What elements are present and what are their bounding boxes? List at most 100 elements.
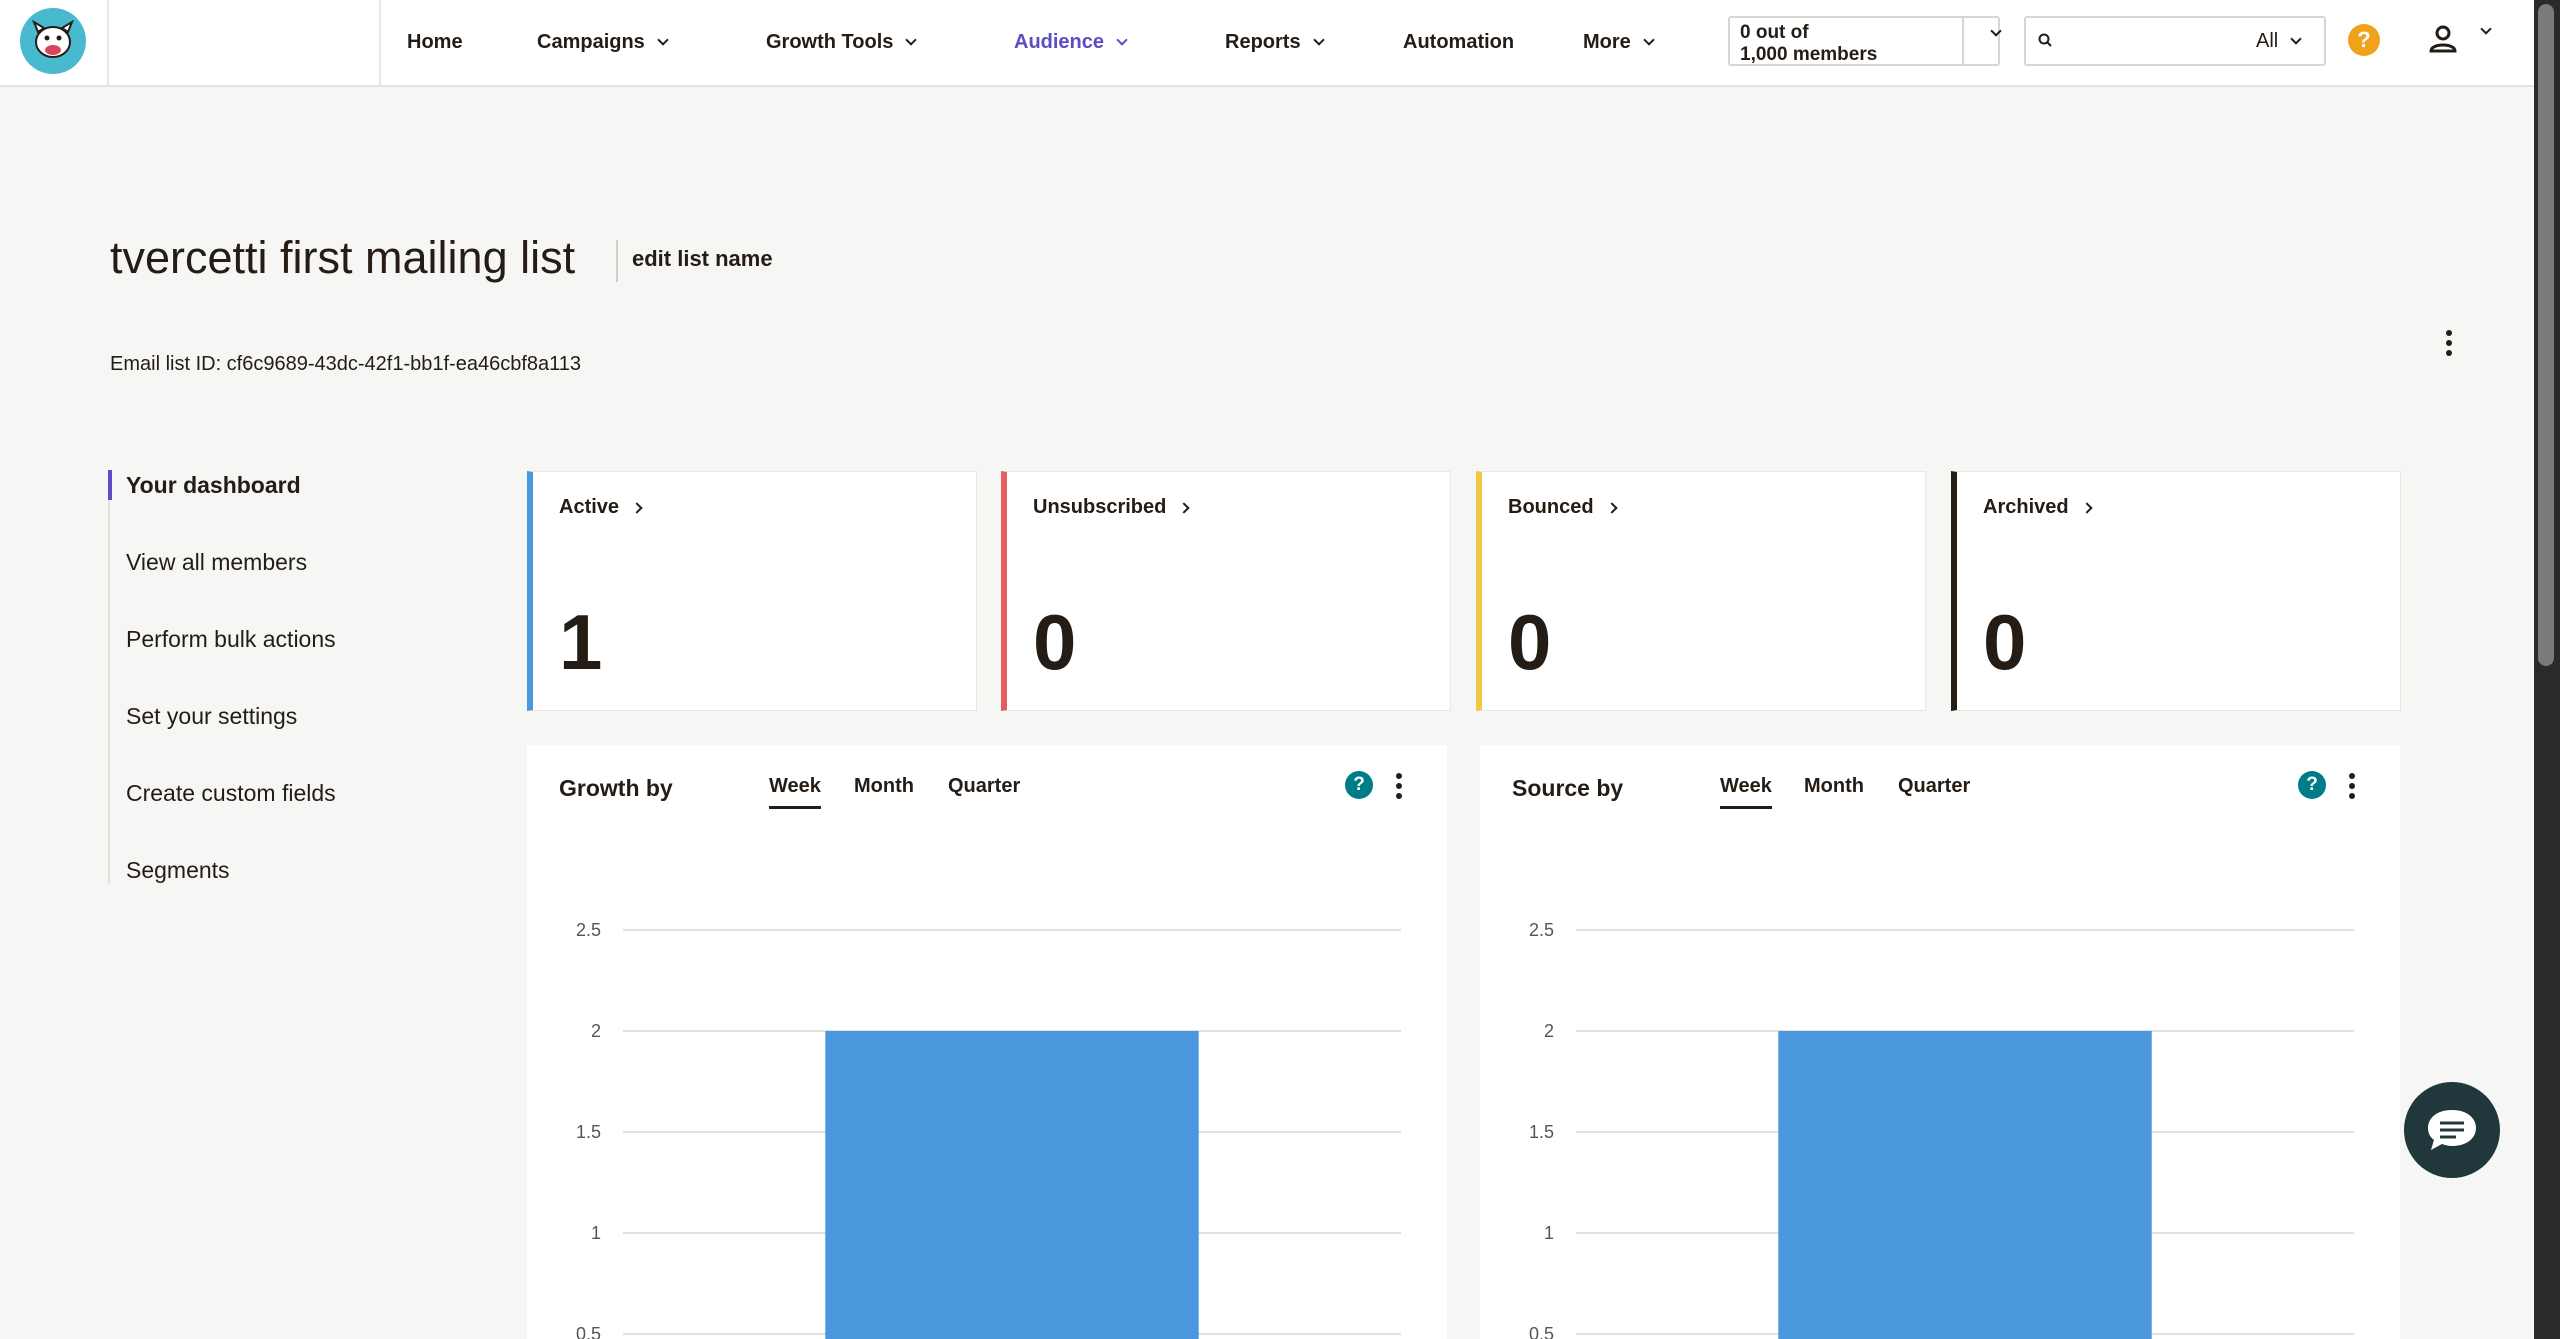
stat-label-text: Archived bbox=[1983, 496, 2069, 518]
search-bar: All bbox=[2024, 16, 2326, 66]
members-divider bbox=[1962, 18, 1964, 64]
stat-value-bounced: 0 bbox=[1508, 598, 1552, 686]
y-tick-label: 1.5 bbox=[576, 1122, 601, 1142]
sidebar-active-indicator bbox=[108, 470, 112, 500]
help-icon[interactable]: ? bbox=[1345, 771, 1373, 799]
help-icon[interactable]: ? bbox=[2298, 771, 2326, 799]
growth-chart-title: Growth by bbox=[559, 775, 673, 801]
logo-cell bbox=[0, 0, 109, 85]
nav-audience-label: Audience bbox=[1014, 31, 1105, 53]
chevron-down-icon[interactable] bbox=[2480, 23, 2492, 35]
sidebar-item-settings[interactable]: Set your settings bbox=[126, 703, 297, 730]
email-list-id: Email list ID: cf6c9689-43dc-42f1-bb1f-e… bbox=[110, 353, 582, 375]
chat-support-button[interactable] bbox=[2404, 1082, 2500, 1178]
chart-bar[interactable] bbox=[825, 1031, 1199, 1339]
chevron-right-icon bbox=[1605, 501, 1618, 514]
help-icon-label: ? bbox=[2357, 27, 2371, 52]
y-tick-label: 1 bbox=[591, 1223, 601, 1243]
stat-label-bounced[interactable]: Bounced bbox=[1508, 496, 1618, 519]
more-options-icon[interactable] bbox=[2346, 773, 2358, 799]
stat-label-text: Bounced bbox=[1508, 496, 1594, 518]
chart-bar[interactable] bbox=[1778, 1031, 2152, 1339]
stat-label-archived[interactable]: Archived bbox=[1983, 496, 2093, 519]
nav-more[interactable]: More bbox=[1583, 0, 1655, 85]
scrollbar-thumb[interactable] bbox=[2538, 4, 2554, 666]
chat-bubble-icon bbox=[2428, 1110, 2476, 1150]
search-scope-label: All bbox=[2256, 30, 2279, 52]
edit-list-name-link[interactable]: edit list name bbox=[632, 246, 773, 272]
members-usage-line1: 0 out of bbox=[1740, 22, 1809, 43]
members-usage-dropdown[interactable]: 0 out of 1,000 members bbox=[1728, 16, 2002, 66]
search-icon bbox=[2038, 33, 2052, 47]
source-chart-title: Source by bbox=[1512, 775, 1624, 801]
y-tick-label: 2 bbox=[1544, 1021, 1554, 1041]
sidebar-item-segments[interactable]: Segments bbox=[126, 857, 230, 884]
tab-quarter[interactable]: Quarter bbox=[1898, 775, 1970, 806]
nav-reports[interactable]: Reports bbox=[1225, 0, 1325, 85]
more-options-icon[interactable] bbox=[2443, 330, 2455, 356]
y-tick-label: 2.5 bbox=[1529, 920, 1554, 940]
user-account-icon[interactable] bbox=[2426, 22, 2460, 56]
nav-growth-tools[interactable]: Growth Tools bbox=[766, 0, 918, 85]
tab-week[interactable]: Week bbox=[1720, 775, 1772, 809]
stat-label-active[interactable]: Active bbox=[559, 496, 643, 519]
chevron-right-icon bbox=[631, 501, 643, 514]
nav-campaigns[interactable]: Campaigns bbox=[537, 0, 669, 85]
source-chart-panel: Source by Week Month Quarter ? 2.5 2 1.5 1 0… bbox=[1480, 745, 2400, 1339]
tab-month[interactable]: Month bbox=[854, 775, 914, 806]
sidebar-item-bulk-actions[interactable]: Perform bulk actions bbox=[126, 626, 336, 653]
chevron-right-icon bbox=[2080, 501, 2093, 514]
stat-card-bounced[interactable]: Bounced 0 bbox=[1476, 471, 1926, 711]
audience-sidebar bbox=[108, 470, 428, 884]
nav-growth-tools-label: Growth Tools bbox=[766, 31, 894, 53]
chevron-right-icon bbox=[1178, 501, 1191, 514]
y-tick-label: 1 bbox=[1544, 1223, 1554, 1243]
chevron-down-icon bbox=[905, 34, 918, 46]
chevron-down-icon[interactable] bbox=[1990, 25, 2002, 37]
nav-automation[interactable]: Automation bbox=[1403, 0, 1514, 85]
chevron-down-icon bbox=[1116, 34, 1128, 46]
stat-value-unsubscribed: 0 bbox=[1033, 598, 1077, 686]
nav-home-label: Home bbox=[407, 31, 463, 53]
stat-label-text: Unsubscribed bbox=[1033, 496, 1167, 518]
tab-month[interactable]: Month bbox=[1804, 775, 1864, 806]
stat-card-unsubscribed[interactable]: Unsubscribed 0 bbox=[1001, 471, 1451, 711]
stat-card-archived[interactable]: Archived 0 bbox=[1951, 471, 2401, 711]
nav-campaigns-label: Campaigns bbox=[537, 31, 645, 53]
search-input[interactable] bbox=[2062, 24, 2272, 58]
sidebar-item-dashboard[interactable]: Your dashboard bbox=[126, 472, 301, 499]
members-usage-line2: 1,000 members bbox=[1740, 44, 1878, 65]
sidebar-item-view-members[interactable]: View all members bbox=[126, 549, 307, 576]
more-options-icon[interactable] bbox=[1393, 773, 1405, 799]
title-divider bbox=[616, 240, 618, 282]
members-usage-text: 0 out of 1,000 members bbox=[1740, 22, 1910, 66]
sidebar-item-custom-fields[interactable]: Create custom fields bbox=[126, 780, 336, 807]
growth-bar-chart: 2.5 2 1.5 1 0.5 bbox=[576, 920, 1401, 1339]
nav-spacer bbox=[109, 0, 381, 85]
y-tick-label: 0.5 bbox=[1529, 1324, 1554, 1339]
search-scope-select[interactable]: All bbox=[2256, 30, 2302, 53]
tab-quarter[interactable]: Quarter bbox=[948, 775, 1020, 806]
page-title: tvercetti first mailing list bbox=[110, 232, 576, 283]
stat-value-archived: 0 bbox=[1983, 598, 2027, 686]
stat-value-active: 1 bbox=[559, 598, 603, 686]
y-tick-label: 2.5 bbox=[576, 920, 601, 940]
y-tick-label: 2 bbox=[591, 1021, 601, 1041]
chevron-down-icon bbox=[2290, 33, 2302, 45]
chevron-down-icon bbox=[657, 34, 669, 46]
source-bar-chart: 2.5 2 1.5 1 0.5 bbox=[1529, 920, 2354, 1339]
stat-label-text: Active bbox=[559, 496, 620, 518]
nav-more-label: More bbox=[1583, 31, 1631, 53]
top-navigation: Home Campaigns Growth Tools Audience Rep… bbox=[0, 0, 2534, 87]
mailchimp-logo-icon[interactable] bbox=[20, 8, 86, 74]
growth-chart-panel: Growth by Week Month Quarter ? 2.5 2 1.5 1 0… bbox=[527, 745, 1447, 1339]
stat-label-unsubscribed[interactable]: Unsubscribed bbox=[1033, 496, 1191, 519]
chevron-down-icon bbox=[1312, 34, 1325, 46]
help-icon[interactable]: ? bbox=[2348, 24, 2380, 56]
tab-week[interactable]: Week bbox=[769, 775, 821, 809]
stat-card-active[interactable]: Active 1 bbox=[527, 471, 977, 711]
nav-audience[interactable]: Audience bbox=[1014, 0, 1128, 85]
nav-home[interactable]: Home bbox=[407, 0, 463, 85]
nav-reports-label: Reports bbox=[1225, 31, 1301, 53]
y-tick-label: 0.5 bbox=[576, 1324, 601, 1339]
